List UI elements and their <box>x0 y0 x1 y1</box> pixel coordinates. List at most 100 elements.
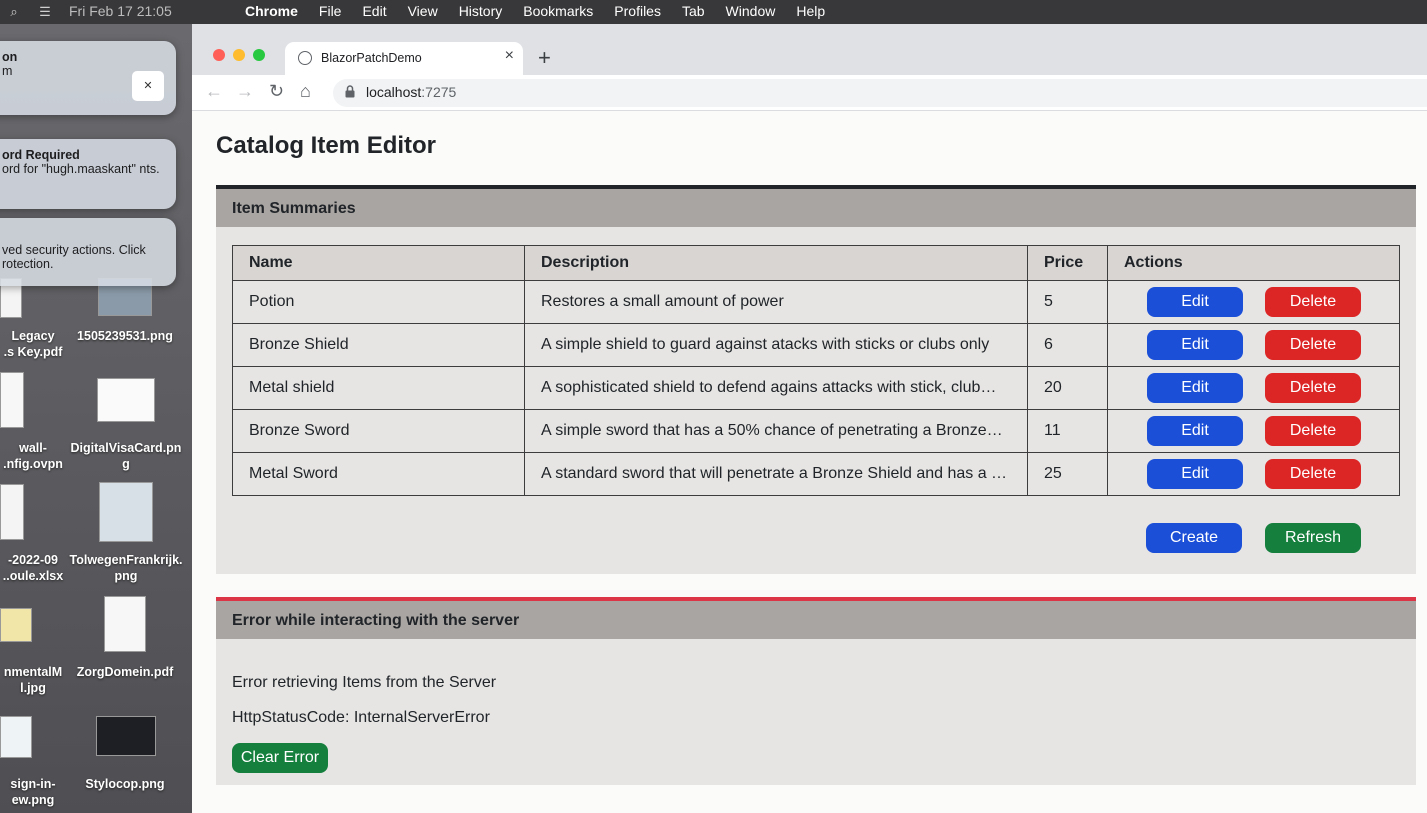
file-thumbnail[interactable] <box>0 484 24 540</box>
item-price: 6 <box>1027 323 1108 367</box>
item-name: Bronze Shield <box>232 323 525 367</box>
item-name: Bronze Sword <box>232 409 525 453</box>
edit-button[interactable]: Edit <box>1147 459 1243 489</box>
item-price: 20 <box>1027 366 1108 410</box>
menu-bookmarks[interactable]: Bookmarks <box>523 3 593 19</box>
tab-title: BlazorPatchDemo <box>321 51 422 65</box>
back-icon[interactable]: ← <box>205 81 223 102</box>
spotlight-icon[interactable]: ⌕ <box>6 4 22 20</box>
delete-button[interactable]: Delete <box>1265 459 1361 489</box>
desktop-file[interactable]: sign-in-ew.png <box>0 776 68 808</box>
file-thumbnail[interactable] <box>96 716 156 756</box>
file-thumbnail[interactable] <box>97 378 155 422</box>
desktop-file[interactable]: -2022-09 ..oule.xlsx <box>0 552 68 584</box>
delete-button[interactable]: Delete <box>1265 287 1361 317</box>
card-header: Item Summaries <box>216 189 1416 227</box>
edit-button[interactable]: Edit <box>1147 287 1243 317</box>
menu-tab[interactable]: Tab <box>682 3 705 19</box>
desktop-file[interactable]: DigitalVisaCard.pn g <box>66 440 186 472</box>
page-title: Catalog Item Editor <box>216 132 437 159</box>
delete-button[interactable]: Delete <box>1265 330 1361 360</box>
delete-button[interactable]: Delete <box>1265 373 1361 403</box>
menu-profiles[interactable]: Profiles <box>614 3 661 19</box>
item-name: Metal shield <box>232 366 525 410</box>
file-thumbnail[interactable] <box>104 596 146 652</box>
edit-button[interactable]: Edit <box>1147 373 1243 403</box>
notification[interactable]: ved security actions. Click rotection. <box>0 218 176 286</box>
tab-blazorpatchdemo[interactable]: BlazorPatchDemo × <box>285 42 523 75</box>
item-description: Restores a small amount of power <box>524 280 1028 324</box>
item-actions: Edit Delete <box>1107 366 1400 410</box>
item-description: A standard sword that will penetrate a B… <box>524 452 1028 496</box>
menu-file[interactable]: File <box>319 3 342 19</box>
close-tab-icon[interactable]: × <box>505 47 514 65</box>
table-row: Potion Restores a small amount of power … <box>232 280 1400 324</box>
notification[interactable]: on m ✕ <box>0 41 176 115</box>
menu-clock[interactable]: Fri Feb 17 21:05 <box>69 3 172 19</box>
edit-button[interactable]: Edit <box>1147 330 1243 360</box>
clear-error-button[interactable]: Clear Error <box>232 743 328 773</box>
file-thumbnail[interactable] <box>0 716 32 758</box>
minimize-window-icon[interactable] <box>233 49 245 61</box>
item-price: 11 <box>1027 409 1108 453</box>
file-thumbnail[interactable] <box>99 482 153 542</box>
desktop-file[interactable]: wall- .nfig.ovpn <box>0 440 68 472</box>
desktop: Legacy .s Key.pdf 1505239531.png wall- .nf… <box>0 24 192 813</box>
refresh-button[interactable]: Refresh <box>1265 523 1361 553</box>
reload-icon[interactable]: ↻ <box>269 81 284 102</box>
desktop-file[interactable]: Stylocop.png <box>68 776 182 792</box>
create-button[interactable]: Create <box>1146 523 1242 553</box>
home-icon[interactable]: ⌂ <box>300 81 311 102</box>
item-name: Metal Sword <box>232 452 525 496</box>
menu-history[interactable]: History <box>459 3 503 19</box>
forward-icon[interactable]: → <box>236 81 254 102</box>
notification-action-icon[interactable]: ✕ <box>132 71 164 101</box>
item-actions: Edit Delete <box>1107 323 1400 367</box>
column-header-actions: Actions <box>1107 245 1400 281</box>
menu-app-name[interactable]: Chrome <box>245 3 298 19</box>
column-header-price: Price <box>1027 245 1108 281</box>
menu-help[interactable]: Help <box>796 3 825 19</box>
new-tab-icon[interactable]: + <box>538 45 551 71</box>
desktop-file[interactable]: Legacy .s Key.pdf <box>0 328 68 360</box>
error-card-header: Error while interacting with the server <box>216 601 1416 639</box>
close-window-icon[interactable] <box>213 49 225 61</box>
desktop-file[interactable]: nmentalM l.jpg <box>0 664 68 696</box>
error-message: Error retrieving Items from the Server <box>232 674 497 691</box>
app-menus: Chrome File Edit View History Bookmarks … <box>245 3 846 19</box>
item-name: Potion <box>232 280 525 324</box>
notification[interactable]: ord Required ord for "hugh.maaskant" nts… <box>0 139 176 209</box>
zoom-window-icon[interactable] <box>253 49 265 61</box>
column-header-name: Name <box>232 245 525 281</box>
desktop-file[interactable]: 1505239531.png <box>68 328 182 344</box>
table-row: Bronze Sword A simple sword that has a 5… <box>232 409 1400 453</box>
browser-toolbar: ← → ↻ ⌂ localhost:7275 <box>192 75 1427 111</box>
item-actions: Edit Delete <box>1107 452 1400 496</box>
item-price: 5 <box>1027 280 1108 324</box>
desktop-file[interactable]: ZorgDomein.pdf <box>68 664 182 680</box>
lock-icon[interactable] <box>345 85 355 98</box>
menu-window[interactable]: Window <box>726 3 776 19</box>
items-table: Name Description Price Actions Potion Re… <box>232 245 1400 496</box>
url-text: localhost:7275 <box>366 84 457 100</box>
item-description: A simple sword that has a 50% chance of … <box>524 409 1028 453</box>
error-card: Error while interacting with the server … <box>216 597 1416 785</box>
edit-button[interactable]: Edit <box>1147 416 1243 446</box>
delete-button[interactable]: Delete <box>1265 416 1361 446</box>
menu-view[interactable]: View <box>408 3 438 19</box>
item-actions: Edit Delete <box>1107 409 1400 453</box>
file-thumbnail[interactable] <box>0 608 32 642</box>
menu-bar: ⌕ ☰ Fri Feb 17 21:05 Chrome File Edit Vi… <box>0 0 1427 24</box>
address-bar[interactable]: localhost:7275 <box>333 79 1427 107</box>
item-actions: Edit Delete <box>1107 280 1400 324</box>
file-thumbnail[interactable] <box>0 372 24 428</box>
item-price: 25 <box>1027 452 1108 496</box>
page-content: Catalog Item Editor Item Summaries Name … <box>192 111 1427 813</box>
menu-edit[interactable]: Edit <box>362 3 386 19</box>
tab-strip: BlazorPatchDemo × + <box>192 24 1427 75</box>
item-description: A simple shield to guard against atacks … <box>524 323 1028 367</box>
desktop-file[interactable]: TolwegenFrankrijk. png <box>66 552 186 584</box>
control-center-icon[interactable]: ☰ <box>37 4 53 20</box>
error-status-code: HttpStatusCode: InternalServerError <box>232 709 490 726</box>
browser-window: BlazorPatchDemo × + ← → ↻ ⌂ localhost:72… <box>192 24 1427 813</box>
